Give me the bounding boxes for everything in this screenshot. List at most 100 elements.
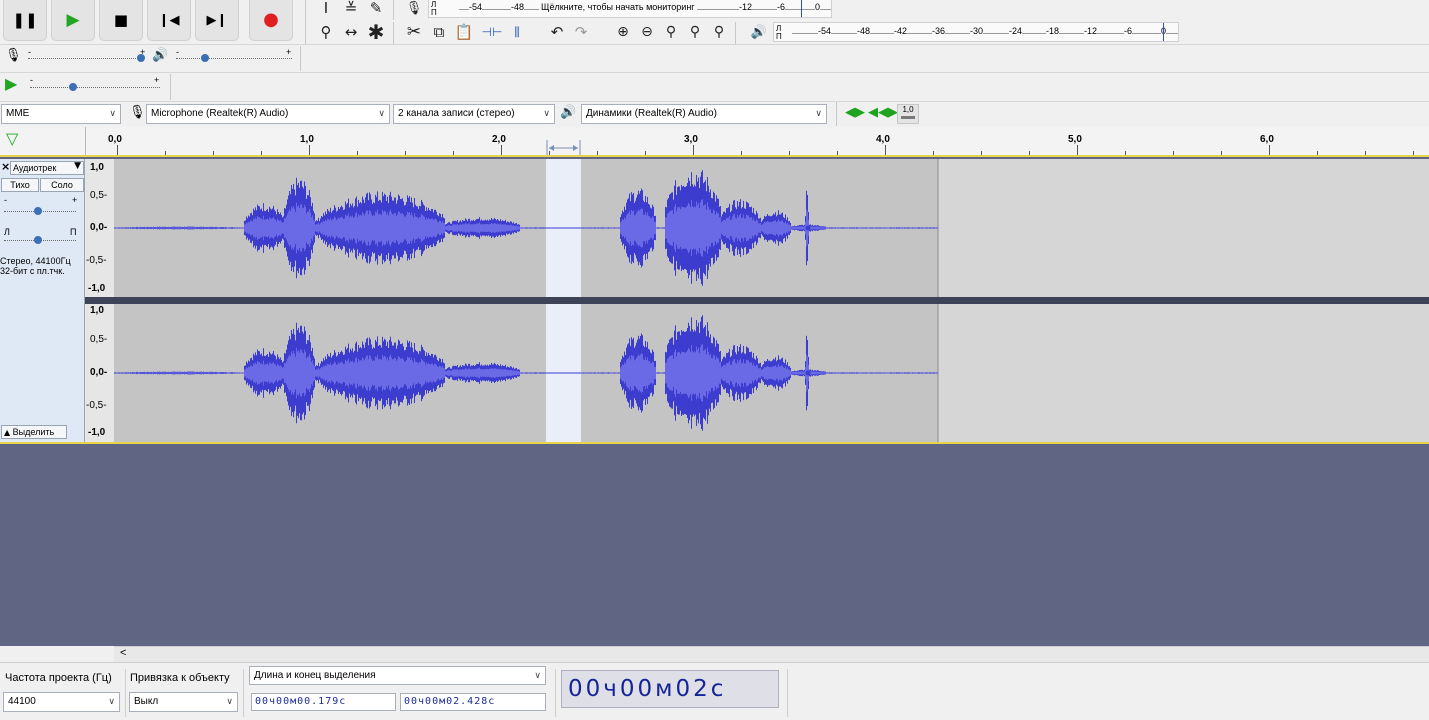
ruler-tick xyxy=(309,145,310,155)
play-speed-knob[interactable] xyxy=(69,83,77,91)
fit-project-icon: ⚲ xyxy=(689,24,701,40)
play-volume-knob[interactable] xyxy=(201,54,209,62)
fit-project-button[interactable]: ⚲ xyxy=(684,22,706,42)
horizontal-scrollbar[interactable]: < xyxy=(114,646,1429,662)
selection-range-marker[interactable] xyxy=(546,137,581,156)
paste-button[interactable]: 📋 xyxy=(453,22,475,42)
zoom-in-button[interactable]: ⊕ xyxy=(612,22,634,42)
channels-value: 2 канала записи (стерео) xyxy=(398,108,515,119)
scale-label: 0,0- xyxy=(90,222,108,233)
solo-button[interactable]: Соло xyxy=(40,178,84,192)
skip-to-end-button[interactable]: ▶❙ xyxy=(195,0,239,41)
track-format-info: Стерео, 44100Гц xyxy=(0,256,71,266)
record-volume-slider[interactable] xyxy=(28,58,144,59)
record-meter-button[interactable]: 🎙 xyxy=(403,0,425,18)
toolbar-separator xyxy=(836,102,837,126)
silence-button[interactable]: ⫼ xyxy=(506,22,528,42)
collapse-icon: ▲ xyxy=(4,428,11,437)
toolbar-separator xyxy=(393,0,394,20)
audio-position-value: 00ч00м02с xyxy=(568,676,727,702)
output-device-select[interactable]: Динамики (Realtek(R) Audio) ∨ xyxy=(581,104,827,124)
selection-length-field[interactable]: 00ч00м00.179с xyxy=(251,693,396,711)
envelope-icon: ≚ xyxy=(344,0,358,17)
pause-button[interactable]: ❚❚ xyxy=(3,0,47,41)
track-control-panel[interactable]: × Аудиотрек ▼ Тихо Соло - + Л П Стерео, … xyxy=(0,159,85,442)
trim-button[interactable]: ⊣⊢ xyxy=(481,22,503,42)
asterisk-icon: ✱ xyxy=(367,20,385,44)
pan-knob[interactable] xyxy=(34,236,42,244)
draw-tool[interactable]: ✎ xyxy=(365,0,387,18)
record-meter[interactable]: Л П -54 -48 Щёлкните, чтобы начать монит… xyxy=(428,0,832,18)
status-separator xyxy=(787,669,788,717)
select-track-button[interactable]: ▲ Выделить xyxy=(1,425,67,439)
stop-button[interactable]: ■ xyxy=(99,0,143,41)
redo-button[interactable]: ↷ xyxy=(570,22,592,42)
play-button[interactable]: ▶ xyxy=(51,0,95,41)
pin-play-head-icon[interactable]: ▽ xyxy=(6,131,18,147)
right-channel-waveform[interactable] xyxy=(114,304,1429,442)
track-name-menu[interactable]: Аудиотрек ▼ xyxy=(10,161,84,175)
meter-peak-marker xyxy=(1163,23,1164,41)
zoom-out-icon: ⊖ xyxy=(641,24,653,40)
play-volume-slider[interactable] xyxy=(176,58,292,59)
zoom-out-button[interactable]: ⊖ xyxy=(636,22,658,42)
chevron-down-icon: ∨ xyxy=(108,697,115,707)
double-arrow-icon: ↔ xyxy=(344,23,358,41)
input-device-select[interactable]: Microphone (Realtek(R) Audio) ∨ xyxy=(146,104,390,124)
chevron-down-icon: ∨ xyxy=(378,109,385,119)
pause-icon: ❚❚ xyxy=(12,10,38,29)
sync-lock-icon[interactable]: ◀▶ xyxy=(845,106,865,119)
audio-host-select[interactable]: MME ∨ xyxy=(1,104,121,124)
close-track-icon[interactable]: × xyxy=(1,161,10,172)
left-channel-waveform[interactable] xyxy=(114,159,1429,297)
selection-mode-select[interactable]: Длина и конец выделения ∨ xyxy=(249,666,546,685)
copy-button[interactable]: ⧉ xyxy=(428,22,450,42)
cut-button[interactable]: ✂ xyxy=(403,22,425,42)
toolbar-separator xyxy=(735,22,736,44)
meter-tick: -36 xyxy=(932,26,946,36)
track-top-border xyxy=(0,155,1429,157)
mixer-minus: - xyxy=(176,47,179,57)
speed-value: 1,0 xyxy=(902,105,914,114)
toolbar-separator xyxy=(305,0,306,44)
zoom-toggle-button[interactable]: ⚲ xyxy=(708,22,730,42)
meter-tick: -6 xyxy=(777,2,786,12)
time-shift-tool[interactable]: ↔ xyxy=(340,22,362,42)
zoom-tool[interactable]: ⚲ xyxy=(315,22,337,42)
selection-end-field[interactable]: 00ч00м02.428с xyxy=(400,693,546,711)
multi-tool[interactable]: ✱ xyxy=(365,20,387,44)
vertical-scale-bottom[interactable]: 1,0 0,5- 0,0- -0,5- -1,0 xyxy=(85,304,114,442)
toolbar-row-line xyxy=(0,44,1429,45)
skip-to-start-button[interactable]: ❙◀ xyxy=(147,0,191,41)
play-at-speed-icon[interactable]: ▶ xyxy=(5,76,17,92)
ruler-label: 2,0 xyxy=(492,134,506,145)
snap-label: Привязка к объекту xyxy=(130,672,230,684)
speed-display[interactable]: 1,0 xyxy=(897,104,919,124)
scale-label: 1,0 xyxy=(90,305,104,316)
mute-button[interactable]: Тихо xyxy=(1,178,39,192)
vertical-scale-top[interactable]: 1,0 0,5- 0,0- -0,5- -1,0 xyxy=(85,159,114,297)
gain-knob[interactable] xyxy=(34,207,42,215)
fast-play-icon[interactable]: ◀◀▶ xyxy=(868,106,898,119)
playback-meter[interactable]: Л П -54 -48 -42 -36 -30 -24 -18 -12 -6 0 xyxy=(773,22,1179,42)
project-rate-value: 44100 xyxy=(8,696,36,707)
ruler-label: 0,0 xyxy=(108,134,122,145)
scroll-left-button[interactable]: < xyxy=(120,647,126,659)
meter-tick: 0 xyxy=(815,2,821,12)
meter-tick: -6 xyxy=(1124,26,1133,36)
envelope-tool[interactable]: ≚ xyxy=(340,0,362,18)
audio-host-value: MME xyxy=(6,108,30,119)
play-meter-button[interactable]: 🔊 xyxy=(748,22,770,42)
channels-select[interactable]: 2 канала записи (стерео) ∨ xyxy=(393,104,555,124)
selection-tool[interactable]: I xyxy=(315,0,337,18)
timeline-ruler[interactable]: ▽ 0,0 1,0 2,0 3,0 4,0 5,0 6,0 xyxy=(0,127,1429,156)
selection-arrows-icon xyxy=(546,140,581,156)
audio-position-field[interactable]: 00ч00м02с xyxy=(561,670,779,708)
snap-select[interactable]: Выкл ∨ xyxy=(129,692,238,712)
meter-peak-marker xyxy=(801,0,802,17)
record-button[interactable]: ● xyxy=(249,0,293,41)
undo-button[interactable]: ↶ xyxy=(546,22,568,42)
fit-selection-button[interactable]: ⚲ xyxy=(660,22,682,42)
project-rate-select[interactable]: 44100 ∨ xyxy=(3,692,120,712)
play-speed-slider[interactable] xyxy=(30,87,160,88)
